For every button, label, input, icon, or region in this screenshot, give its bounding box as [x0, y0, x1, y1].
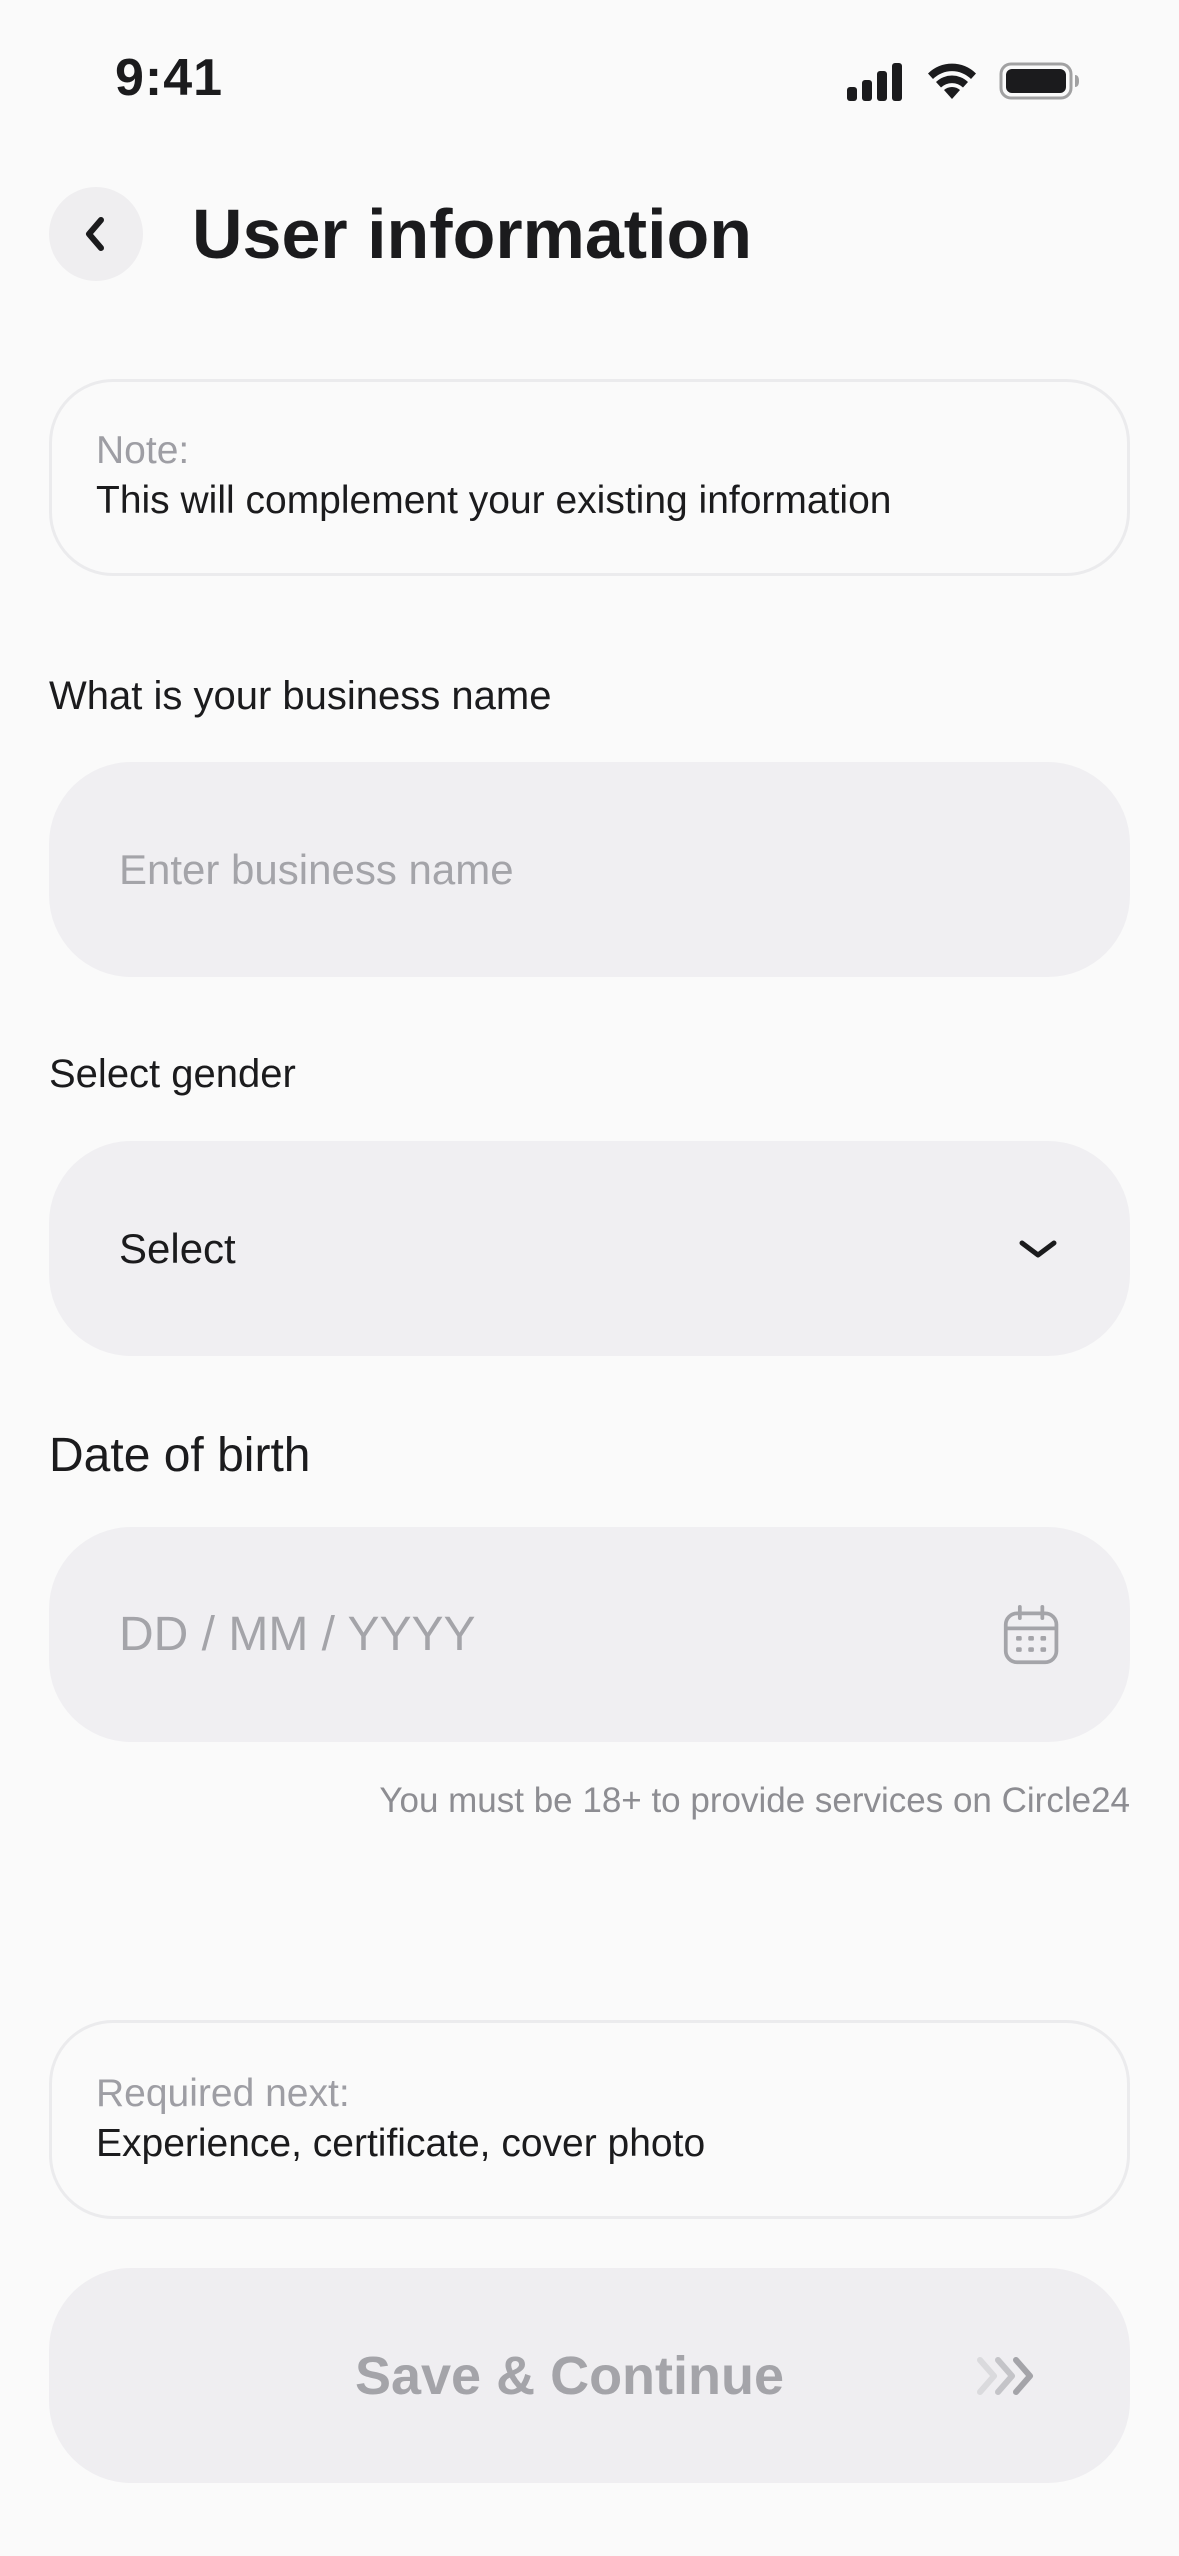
note-card: Note: This will complement your existing… [49, 379, 1130, 576]
business-name-label: What is your business name [49, 674, 552, 718]
status-icons [845, 58, 1081, 104]
save-continue-button[interactable]: Save & Continue [49, 2268, 1130, 2483]
dob-label: Date of birth [49, 1429, 311, 1482]
save-continue-label: Save & Continue [354, 2345, 785, 2406]
required-next-card: Required next: Experience, certificate, … [49, 2020, 1130, 2219]
battery-icon [999, 62, 1079, 100]
note-text: This will complement your existing infor… [96, 479, 892, 522]
gender-select[interactable]: Select [49, 1141, 1130, 1356]
required-next-text: Experience, certificate, cover photo [96, 2122, 706, 2165]
chevron-left-icon [86, 217, 104, 251]
chevron-down-icon [1019, 1240, 1057, 1257]
page-title: User information [192, 195, 753, 273]
business-name-input[interactable] [119, 845, 1060, 894]
note-label: Note: [96, 429, 190, 472]
dob-input[interactable] [119, 1607, 1002, 1662]
gender-label: Select gender [49, 1052, 296, 1096]
business-name-field[interactable] [49, 762, 1130, 977]
wifi-icon [928, 63, 976, 99]
age-requirement-hint: You must be 18+ to provide services on C… [379, 1781, 1130, 1820]
status-time: 9:41 [115, 49, 224, 107]
calendar-icon[interactable] [1002, 1602, 1060, 1668]
back-button[interactable] [49, 187, 143, 281]
double-chevron-right-icon [977, 2357, 1033, 2395]
cellular-signal-icon [847, 63, 902, 101]
required-next-label: Required next: [96, 2072, 350, 2115]
dob-field[interactable] [49, 1527, 1130, 1742]
gender-select-value: Select [119, 1224, 236, 1272]
